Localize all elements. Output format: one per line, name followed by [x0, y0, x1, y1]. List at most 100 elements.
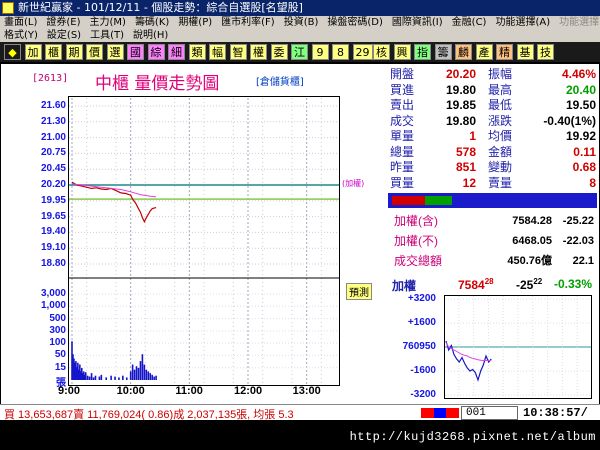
- volume-bar: [153, 376, 155, 380]
- quote-label: 買量: [390, 175, 415, 190]
- mini-tick-label: -3200: [410, 389, 436, 400]
- index-mini-chart[interactable]: 加權 758428 -2522 -0.33% +3200 +1600 760950 -…: [388, 272, 597, 404]
- price-tick-label: 19.65: [40, 210, 66, 222]
- menu-item-8[interactable]: 國際資訊(I): [392, 17, 443, 28]
- menu-item-3[interactable]: 籌碼(K): [135, 17, 169, 28]
- mini-tick-label: +1600: [407, 317, 436, 328]
- market-strip: [421, 408, 459, 418]
- average-line: [71, 183, 157, 198]
- volume-bar: [88, 376, 91, 380]
- price-volume-chart[interactable]: [68, 96, 340, 386]
- menu-item-sub-3[interactable]: 說明(H): [133, 30, 168, 41]
- toolbar-button-4[interactable]: 價: [86, 44, 103, 60]
- industry-tag[interactable]: [倉儲貨櫃]: [256, 73, 304, 88]
- volume-bar: [98, 376, 101, 380]
- toolbar-button-13[interactable]: 委: [270, 44, 288, 60]
- volume-bar: [129, 371, 132, 380]
- toolbar-button-12[interactable]: 權: [250, 44, 267, 60]
- strip-segment: [434, 408, 446, 418]
- quote-label: 成交: [390, 113, 415, 128]
- volume-tick-label: 15: [54, 361, 66, 373]
- toolbar-button-17[interactable]: 29: [352, 44, 373, 60]
- quote-label: 昨量: [390, 160, 415, 174]
- toolbar-button-15[interactable]: 9: [311, 44, 329, 60]
- quote-value: 19.50: [565, 98, 596, 112]
- toolbar-button-9[interactable]: 類: [188, 44, 206, 60]
- toolbar-button-22[interactable]: 麟: [455, 44, 472, 60]
- toolbar-button-6[interactable]: 國: [127, 44, 144, 60]
- menu-item-9[interactable]: 金融(C): [452, 17, 487, 28]
- volume-bar: [125, 377, 128, 380]
- market-summary: 買 13,653,687賣 11,769,024( 0.86)成 2,037,1…: [4, 409, 294, 421]
- menu-item-sub-1[interactable]: 設定(S): [47, 30, 81, 41]
- page-number: 001: [466, 407, 486, 419]
- price-tick-label: 20.45: [40, 163, 66, 175]
- index-change: -22.03: [562, 235, 594, 247]
- toolbar-button-20[interactable]: 指: [414, 44, 431, 60]
- toolbar-button-18[interactable]: 核: [373, 44, 390, 60]
- mini-chart-percent: -0.33%: [554, 277, 593, 291]
- index-value: 6468.05: [512, 235, 552, 247]
- menu-item-6[interactable]: 投資(B): [284, 17, 319, 28]
- menu-item-2[interactable]: 主力(M): [90, 17, 126, 28]
- mini-tick-label: 760950: [402, 341, 436, 352]
- toolbar-button-3[interactable]: 期: [65, 44, 83, 60]
- menu-item-11[interactable]: 功能選擇(E): [559, 17, 600, 28]
- menu-item-7[interactable]: 操盤密碼(D): [327, 17, 383, 28]
- volume-bar: [122, 375, 124, 380]
- time-tick-label: 11:00: [175, 385, 203, 397]
- quote-label: 單量: [390, 129, 415, 143]
- toolbar-button-7[interactable]: 綜: [147, 44, 165, 60]
- toolbar-button-1[interactable]: 加: [24, 44, 42, 60]
- volume-bar: [151, 374, 153, 380]
- menu-item-sub-0[interactable]: 格式(Y): [4, 30, 38, 41]
- menu-item-sub-2[interactable]: 工具(T): [90, 30, 124, 41]
- quote-label: 金額: [488, 144, 513, 159]
- price-tick-label: 21.60: [40, 100, 66, 111]
- toolbar-button-26[interactable]: 技: [537, 44, 554, 60]
- price-tick-label: 21.00: [40, 131, 66, 143]
- toolbar-button-25[interactable]: 基: [516, 44, 534, 60]
- price-tick-label: 19.40: [40, 226, 66, 238]
- toolbar-button-0[interactable]: ◆: [4, 44, 21, 60]
- presale-button[interactable]: 預測: [346, 283, 372, 300]
- volume-tick-label: 100: [49, 337, 66, 349]
- toolbar-button-23[interactable]: 產: [475, 44, 493, 60]
- toolbar-button-16[interactable]: 8: [332, 44, 349, 60]
- quote-value: 851: [455, 160, 476, 174]
- bid-ask-bar: [388, 193, 597, 208]
- index-row: 加權(不) 6468.05 -22.03: [388, 232, 597, 250]
- menu-bar: 畫面(L) 證券(E) 主力(M) 籌碼(K) 期權(P) 匯市利率(F) 投資(B) 操盤密…: [0, 16, 600, 42]
- volume-bar: [90, 373, 93, 380]
- toolbar-button-8[interactable]: 細: [168, 44, 185, 60]
- index-label: 加權(含): [394, 214, 438, 228]
- toolbar-button-14[interactable]: 江: [291, 44, 308, 60]
- toolbar-button-19[interactable]: 興: [393, 44, 411, 60]
- page-selector[interactable]: 001: [461, 406, 518, 420]
- quote-row: 買量 12 賣量 8: [388, 176, 597, 191]
- quote-value: 20.40: [565, 82, 596, 97]
- quote-label: 最高: [488, 82, 513, 97]
- volume-bar: [143, 364, 146, 380]
- volume-bar: [139, 361, 142, 380]
- volume-bar: [100, 374, 103, 380]
- menu-row-secondary: 格式(Y) 設定(S) 工具(T) 說明(H): [4, 29, 177, 42]
- quote-row: 開盤 20.20 振幅 4.46%: [388, 67, 597, 82]
- quote-panel: 開盤 20.20 振幅 4.46% 買進 19.80 最高 20.40 賣出 19.85 最低 19.…: [388, 66, 597, 192]
- watermark-url: http://kujd3268.pixnet.net/album: [349, 430, 596, 444]
- stock-code: [2613]: [32, 73, 69, 84]
- menu-item-0[interactable]: 畫面(L): [4, 17, 37, 28]
- toolbar-button-10[interactable]: 幅: [209, 44, 226, 60]
- menu-item-10[interactable]: 功能選擇(A): [495, 17, 550, 28]
- toolbar-button-2[interactable]: 櫃: [45, 44, 62, 60]
- quote-label: 買進: [390, 82, 415, 97]
- toolbar-button-21[interactable]: 籌: [434, 44, 452, 60]
- menu-item-1[interactable]: 證券(E): [46, 17, 80, 28]
- toolbar-button-5[interactable]: 選: [106, 44, 124, 60]
- menu-item-5[interactable]: 匯市利率(F): [221, 17, 275, 28]
- reference-note: (加權): [342, 179, 365, 188]
- menu-item-4[interactable]: 期權(P): [178, 17, 212, 28]
- volume-bar: [86, 375, 89, 380]
- toolbar-button-11[interactable]: 智: [229, 44, 247, 60]
- toolbar-button-24[interactable]: 精: [496, 44, 513, 60]
